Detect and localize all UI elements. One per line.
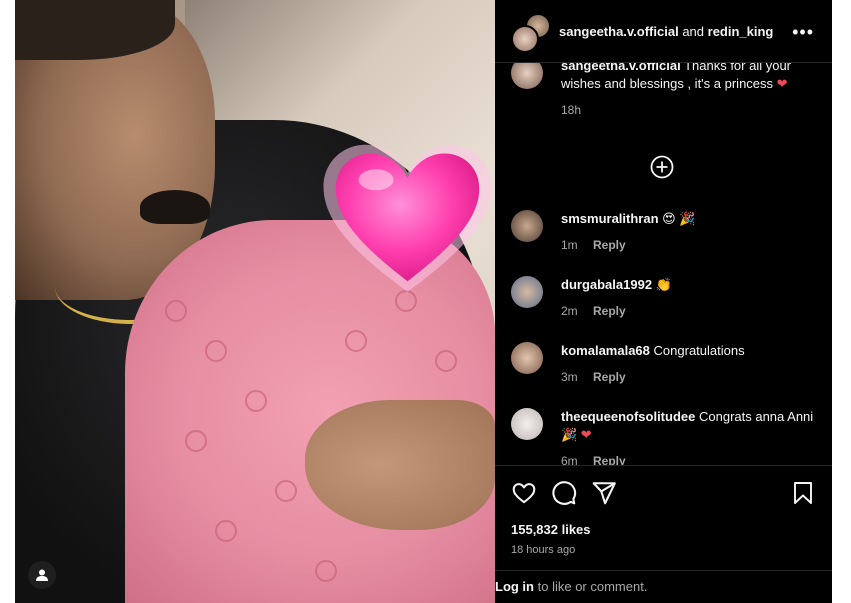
comments-list[interactable]: sangeetha.v.official Thanks for all your… bbox=[495, 63, 832, 465]
post-authors: sangeetha.v.official and redin_king bbox=[559, 24, 773, 39]
post-sidebar: sangeetha.v.official and redin_king ••• … bbox=[495, 0, 832, 603]
author-link[interactable]: sangeetha.v.official bbox=[559, 24, 679, 39]
user-icon bbox=[36, 569, 48, 581]
comment-text: Congratulations bbox=[653, 343, 745, 358]
comment-time: 2m bbox=[561, 304, 578, 318]
comment-time: 1m bbox=[561, 238, 578, 252]
comment-emoji: 😍 🎉 bbox=[662, 211, 696, 226]
comment-time: 6m bbox=[561, 454, 578, 465]
comment-text: Congrats anna Anni bbox=[698, 409, 814, 424]
login-link[interactable]: Log in bbox=[495, 579, 534, 594]
post-photo bbox=[15, 0, 495, 603]
post-header: sangeetha.v.official and redin_king ••• bbox=[495, 0, 832, 63]
comment-icon[interactable] bbox=[551, 480, 577, 506]
avatar bbox=[511, 25, 539, 53]
avatar[interactable] bbox=[511, 210, 543, 242]
comment-user[interactable]: smsmuralithran bbox=[561, 211, 659, 226]
reply-button[interactable]: Reply bbox=[593, 238, 626, 252]
comment-user[interactable]: theequeenofsolitudee bbox=[561, 409, 695, 424]
pink-heart-sticker bbox=[323, 144, 492, 292]
reply-button[interactable]: Reply bbox=[593, 454, 626, 465]
login-prompt: Log in to like or comment. bbox=[495, 570, 832, 603]
comment-user[interactable]: durgabala1992 bbox=[561, 277, 652, 292]
tagged-user-button[interactable] bbox=[28, 561, 56, 589]
comment-emoji: 🎉 ❤ bbox=[561, 427, 592, 442]
comment-user[interactable]: komalamala68 bbox=[561, 343, 650, 358]
plus-circle-icon[interactable] bbox=[650, 155, 674, 179]
author-avatars[interactable] bbox=[511, 13, 551, 53]
comment-emoji: 👏 bbox=[655, 277, 672, 292]
heart-icon[interactable] bbox=[511, 480, 537, 506]
comment-time: 3m bbox=[561, 370, 578, 384]
bookmark-icon[interactable] bbox=[792, 481, 814, 505]
send-icon[interactable] bbox=[591, 480, 617, 506]
more-options-icon[interactable]: ••• bbox=[792, 22, 814, 43]
comment-time: 18h bbox=[561, 103, 582, 117]
comment-user[interactable]: sangeetha.v.official bbox=[561, 63, 681, 73]
reply-button[interactable]: Reply bbox=[593, 370, 626, 384]
avatar[interactable] bbox=[511, 276, 543, 308]
post-actions: 155,832 likes 18 hours ago bbox=[495, 465, 832, 570]
avatar[interactable] bbox=[511, 342, 543, 374]
post-modal: sangeetha.v.official and redin_king ••• … bbox=[15, 0, 832, 603]
avatar[interactable] bbox=[511, 408, 543, 440]
coauthor-link[interactable]: redin_king bbox=[708, 24, 774, 39]
comment-emoji: ❤ bbox=[776, 76, 788, 91]
joiner-text: and bbox=[682, 23, 705, 39]
likes-count[interactable]: 155,832 likes bbox=[511, 522, 591, 537]
avatar[interactable] bbox=[511, 63, 543, 89]
login-rest-text: to like or comment. bbox=[537, 579, 648, 594]
reply-button[interactable]: Reply bbox=[593, 304, 626, 318]
post-timestamp: 18 hours ago bbox=[511, 544, 576, 556]
